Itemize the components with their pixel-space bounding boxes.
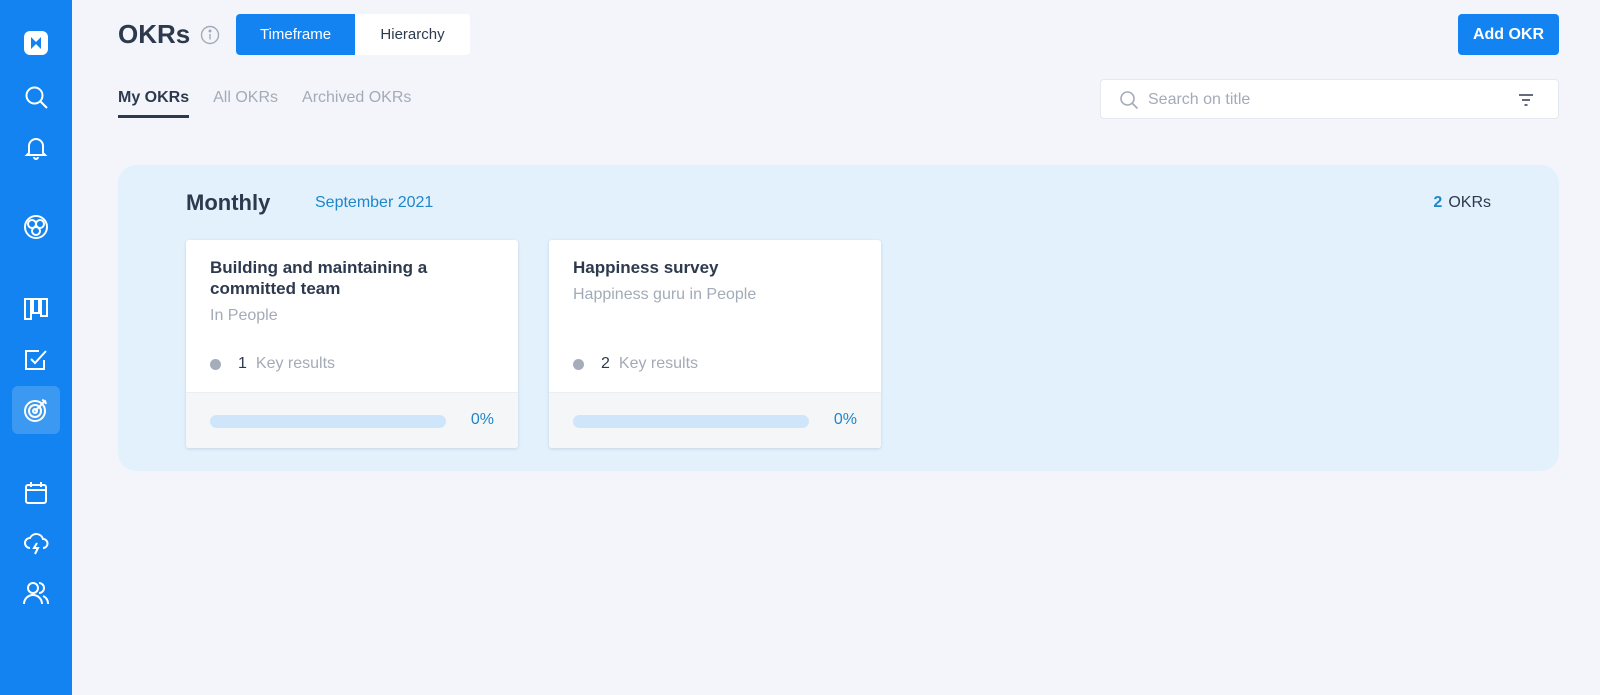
filter-icon[interactable] — [1517, 91, 1535, 109]
view-timeframe-button[interactable]: Timeframe — [236, 14, 355, 55]
key-results-label: Key results — [618, 355, 699, 372]
tab-my-okrs[interactable]: My OKRs — [118, 89, 190, 118]
sidebar — [0, 0, 72, 695]
okr-card-title: Happiness survey — [573, 258, 719, 277]
okr-card-subtitle: In People — [210, 307, 278, 324]
progress-percent: 0% — [470, 411, 494, 428]
search-input[interactable] — [1148, 88, 1488, 112]
key-results-count: 1 — [238, 355, 247, 372]
key-results: 1 Key results — [210, 355, 335, 373]
view-toggle: Timeframe Hierarchy — [236, 14, 470, 55]
tab-archived-okrs[interactable]: Archived OKRs — [302, 89, 411, 118]
key-results-label: Key results — [255, 355, 336, 372]
key-results-count: 2 — [601, 355, 610, 372]
okr-card-footer: 0% — [186, 392, 518, 448]
search-box — [1100, 79, 1559, 119]
checkbox-icon[interactable] — [12, 336, 60, 384]
search-icon[interactable] — [12, 73, 60, 121]
logo-icon[interactable] — [12, 19, 60, 67]
kanban-icon[interactable] — [12, 285, 60, 333]
status-dot-icon — [210, 358, 221, 370]
key-results: 2 Key results — [573, 355, 698, 373]
info-icon[interactable] — [200, 25, 220, 45]
okr-card-footer: 0% — [549, 392, 881, 448]
view-hierarchy-button[interactable]: Hierarchy — [355, 14, 470, 55]
okr-tabs: My OKRs All OKRs Archived OKRs — [118, 89, 411, 118]
group-count-number: 2 — [1433, 194, 1443, 211]
globe-icon[interactable] — [12, 203, 60, 251]
add-okr-button[interactable]: Add OKR — [1458, 14, 1559, 55]
group-count: 2 OKRs — [1433, 194, 1491, 212]
bell-icon[interactable] — [12, 123, 60, 171]
users-icon[interactable] — [12, 569, 60, 617]
progress-bar — [573, 415, 809, 428]
okr-group-monthly: Monthly September 2021 2 OKRs Building an… — [118, 165, 1559, 471]
group-count-label: OKRs — [1448, 194, 1491, 211]
cloud-lightning-icon[interactable] — [12, 519, 60, 567]
target-icon[interactable] — [12, 386, 60, 434]
progress-percent: 0% — [833, 411, 857, 428]
okr-card-subtitle: Happiness guru in People — [573, 286, 757, 303]
tab-all-okrs[interactable]: All OKRs — [213, 89, 278, 118]
status-dot-icon — [573, 358, 584, 370]
group-title: Monthly — [186, 190, 271, 215]
calendar-icon[interactable] — [12, 469, 60, 517]
progress-bar — [210, 415, 446, 428]
okr-card-title: Building and maintaining a committed tea… — [210, 258, 428, 298]
page-title: OKRs — [118, 19, 191, 49]
okr-card[interactable]: Building and maintaining a committed tea… — [186, 240, 518, 448]
group-period[interactable]: September 2021 — [315, 194, 433, 212]
okr-card[interactable]: Happiness survey Happiness guru in Peopl… — [549, 240, 881, 448]
search-icon — [1119, 90, 1139, 110]
